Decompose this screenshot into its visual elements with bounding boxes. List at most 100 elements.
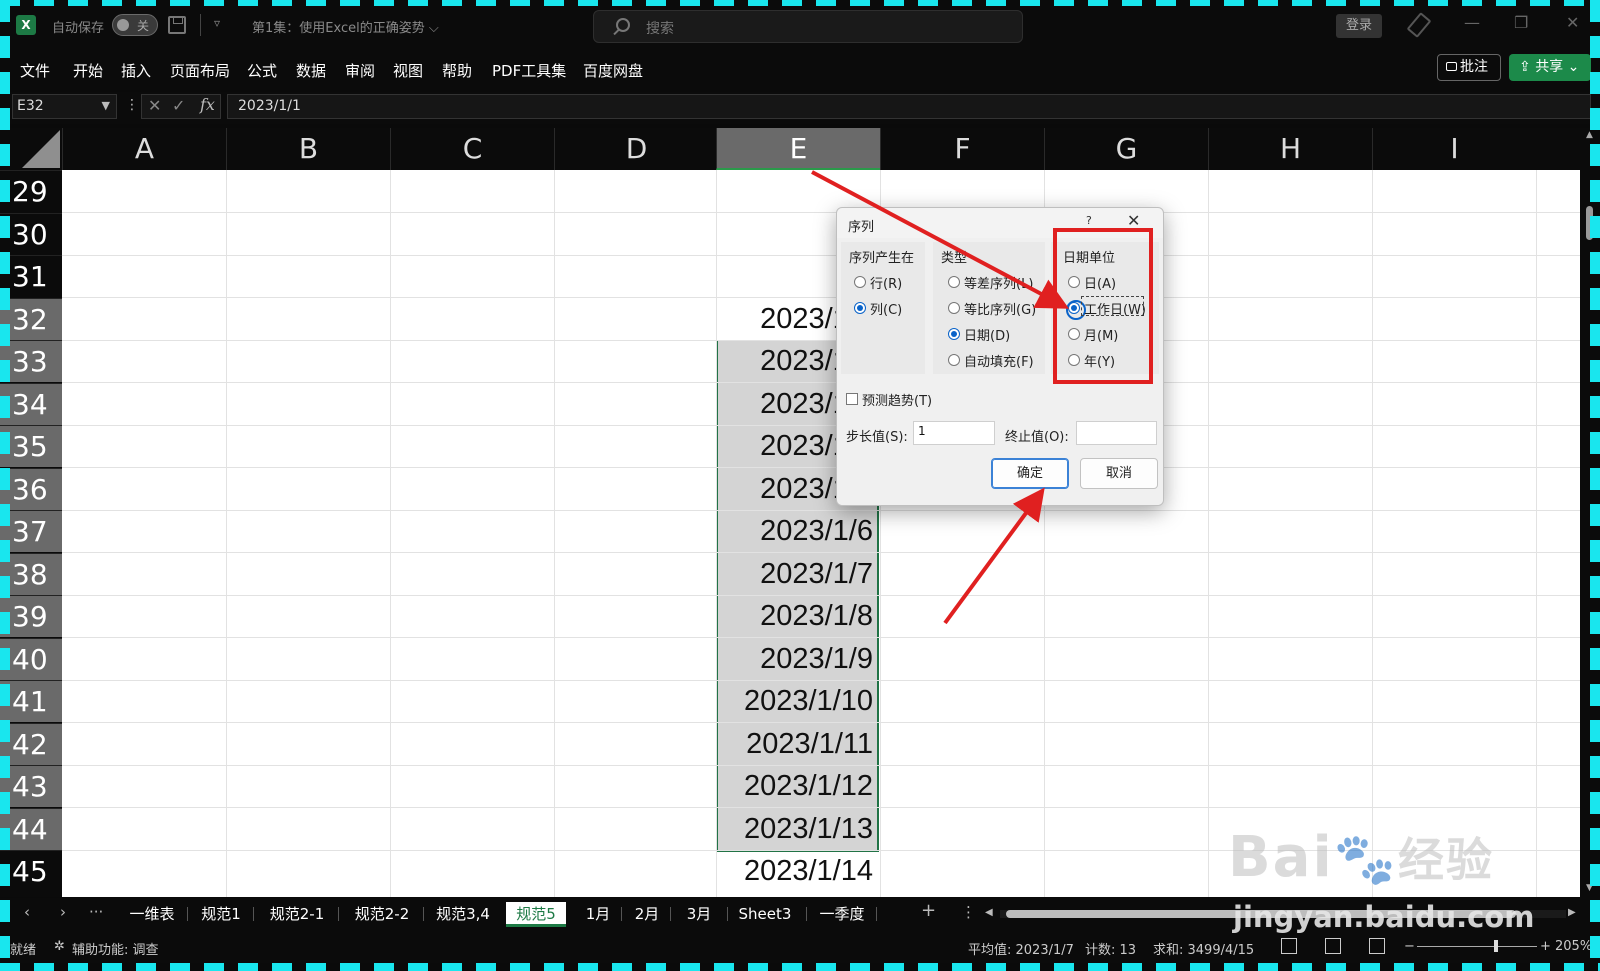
radio-growth[interactable] [948, 302, 960, 314]
tab-scroll-right-icon[interactable]: › [60, 903, 66, 921]
customize-qat-button[interactable]: ▿ [214, 16, 220, 30]
column-header-e[interactable]: E [716, 128, 880, 170]
add-sheet-button[interactable]: + [921, 900, 936, 921]
row-header[interactable]: 33 [0, 340, 62, 382]
menu-home[interactable]: 开始 [73, 60, 103, 81]
name-box[interactable]: E32 ▼ [12, 94, 117, 119]
radio-row[interactable] [854, 276, 866, 288]
row-header[interactable]: 29 [0, 170, 62, 212]
status-count[interactable]: 计数: 13 [1085, 939, 1136, 958]
minimize-icon[interactable]: — [1464, 13, 1480, 32]
hscroll-right-icon[interactable]: ▶ [1568, 907, 1576, 918]
menu-pdf-tools[interactable]: PDF工具集 [492, 60, 566, 81]
hscroll-left-icon[interactable]: ◀ [985, 907, 993, 918]
zoom-level[interactable]: 205% [1555, 939, 1592, 954]
chevron-down-icon[interactable]: ▼ [102, 99, 110, 112]
row-header[interactable]: 37 [0, 510, 62, 552]
row-header[interactable]: 44 [0, 808, 62, 850]
stop-input[interactable] [1076, 421, 1157, 445]
cancel-button[interactable]: 取消 [1080, 458, 1158, 489]
sheet-tab[interactable]: 规范2-2 [344, 902, 420, 927]
row-header[interactable]: 34 [0, 383, 62, 425]
cell-e37[interactable]: 2023/1/6 [718, 510, 873, 552]
row-header[interactable]: 30 [0, 213, 62, 255]
sheet-tab[interactable]: 3月 [679, 902, 719, 927]
more-tabs-button[interactable]: ··· [89, 903, 103, 921]
column-header-h[interactable]: H [1208, 128, 1372, 170]
radio-autofill[interactable] [948, 354, 960, 366]
cancel-icon[interactable]: ✕ [148, 96, 161, 115]
accessibility-status[interactable]: 辅助功能: 调查 [72, 939, 159, 958]
cell-e40[interactable]: 2023/1/9 [718, 638, 873, 680]
status-average[interactable]: 平均值: 2023/1/7 [968, 939, 1074, 958]
zoom-out-icon[interactable]: − [1404, 939, 1415, 954]
row-header[interactable]: 45 [0, 850, 62, 892]
login-button[interactable]: 登录 [1336, 14, 1382, 38]
help-icon[interactable]: ? [1086, 214, 1092, 227]
sheet-tab[interactable]: 一季度 [812, 902, 872, 927]
menu-review[interactable]: 审阅 [345, 60, 375, 81]
cell-e45[interactable]: 2023/1/14 [718, 850, 873, 892]
menu-file[interactable]: 文件 [20, 60, 50, 81]
menu-view[interactable]: 视图 [393, 60, 423, 81]
row-header[interactable]: 38 [0, 553, 62, 595]
cell-e41[interactable]: 2023/1/10 [718, 680, 873, 722]
trend-checkbox[interactable] [846, 393, 858, 405]
radio-growth-label[interactable]: 等比序列(G) [964, 299, 1036, 318]
row-header[interactable]: 41 [0, 680, 62, 722]
insert-function-icon[interactable]: fx [200, 95, 215, 114]
radio-row-label[interactable]: 行(R) [870, 273, 902, 292]
row-header[interactable]: 40 [0, 638, 62, 680]
sheet-tab[interactable]: Sheet3 [733, 902, 797, 927]
comments-button[interactable]: 批注 [1437, 54, 1501, 81]
share-button[interactable]: ⇪ 共享 ⌄ [1509, 54, 1591, 81]
sheet-tab[interactable]: 一维表 [120, 902, 184, 927]
menu-baidu-netdisk[interactable]: 百度网盘 [583, 60, 643, 81]
menu-page-layout[interactable]: 页面布局 [170, 60, 230, 81]
sheet-tab-active[interactable]: 规范5 [506, 902, 566, 927]
sheet-options-icon[interactable]: ⋮ [961, 903, 976, 921]
column-header-g[interactable]: G [1044, 128, 1208, 170]
scroll-down-icon[interactable]: ▼ [1586, 883, 1593, 893]
row-header[interactable]: 42 [0, 723, 62, 765]
save-icon[interactable] [168, 16, 186, 34]
radio-column[interactable] [854, 302, 866, 314]
confirm-icon[interactable]: ✓ [172, 96, 185, 115]
row-header[interactable]: 36 [0, 468, 62, 510]
cell-e43[interactable]: 2023/1/12 [718, 765, 873, 807]
vertical-scroll-thumb[interactable] [1586, 206, 1593, 240]
radio-linear-label[interactable]: 等差序列(L) [964, 273, 1033, 292]
sheet-tab[interactable]: 2月 [627, 902, 667, 927]
autosave-toggle[interactable]: 关 [112, 14, 158, 36]
tab-scroll-left-icon[interactable]: ‹ [24, 903, 30, 921]
row-header[interactable]: 39 [0, 595, 62, 637]
more-options-icon[interactable]: ⋮ [125, 97, 139, 113]
document-title[interactable]: 第1集：使用Excel的正确姿势 ⌵ [252, 17, 439, 36]
pen-icon[interactable] [1406, 12, 1432, 38]
ok-button[interactable]: 确定 [991, 458, 1069, 489]
zoom-slider[interactable] [1417, 946, 1537, 947]
row-header[interactable]: 43 [0, 765, 62, 807]
cell-e38[interactable]: 2023/1/7 [718, 553, 873, 595]
column-header-b[interactable]: B [226, 128, 390, 170]
cell-e39[interactable]: 2023/1/8 [718, 595, 873, 637]
scroll-up-icon[interactable]: ▲ [1586, 130, 1593, 140]
menu-data[interactable]: 数据 [296, 60, 326, 81]
sheet-tab[interactable]: 1月 [578, 902, 618, 927]
formula-input[interactable]: 2023/1/1 [227, 94, 1591, 119]
menu-formulas[interactable]: 公式 [247, 60, 277, 81]
column-header-i[interactable]: I [1372, 128, 1536, 170]
column-header-f[interactable]: F [880, 128, 1044, 170]
radio-date[interactable] [948, 328, 960, 340]
sheet-tab[interactable]: 规范3,4 [429, 902, 497, 927]
column-header-a[interactable]: A [62, 128, 226, 170]
row-header[interactable]: 35 [0, 425, 62, 467]
sheet-tab[interactable]: 规范1 [193, 902, 249, 927]
cell-e42[interactable]: 2023/1/11 [718, 723, 873, 765]
row-header[interactable]: 31 [0, 255, 62, 297]
radio-date-label[interactable]: 日期(D) [964, 325, 1010, 344]
close-window-icon[interactable]: ✕ [1566, 13, 1579, 32]
zoom-in-icon[interactable]: + [1540, 939, 1551, 954]
radio-column-label[interactable]: 列(C) [870, 299, 902, 318]
search-box[interactable]: 搜索 [593, 10, 1023, 43]
